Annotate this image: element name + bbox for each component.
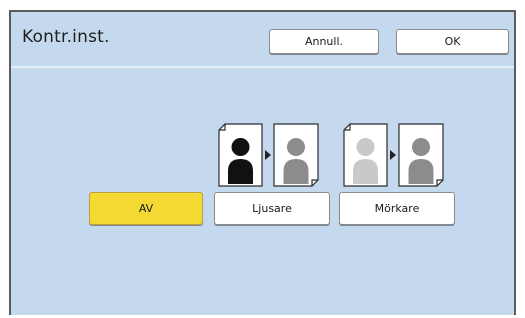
dialog-title: Kontr.inst. <box>22 27 110 47</box>
original-page-icon <box>343 123 388 187</box>
off-button[interactable]: AV <box>89 192 203 225</box>
contrast-settings-dialog: Kontr.inst. Annull. OK AV Ljusare Mörkar… <box>9 10 516 315</box>
arrow-icon <box>265 150 271 160</box>
screen-frame: Kontr.inst. Annull. OK AV Ljusare Mörkar… <box>0 0 525 318</box>
lighter-contrast-icon <box>218 123 319 187</box>
arrow-icon <box>390 150 396 160</box>
lighter-button[interactable]: Ljusare <box>214 192 330 225</box>
cancel-button[interactable]: Annull. <box>269 29 379 54</box>
result-page-icon <box>398 123 444 187</box>
ok-button[interactable]: OK <box>396 29 509 54</box>
dialog-header: Kontr.inst. Annull. OK <box>11 12 514 68</box>
darker-button[interactable]: Mörkare <box>339 192 455 225</box>
result-page-icon <box>273 123 319 187</box>
darker-contrast-icon <box>343 123 444 187</box>
original-page-icon <box>218 123 263 187</box>
